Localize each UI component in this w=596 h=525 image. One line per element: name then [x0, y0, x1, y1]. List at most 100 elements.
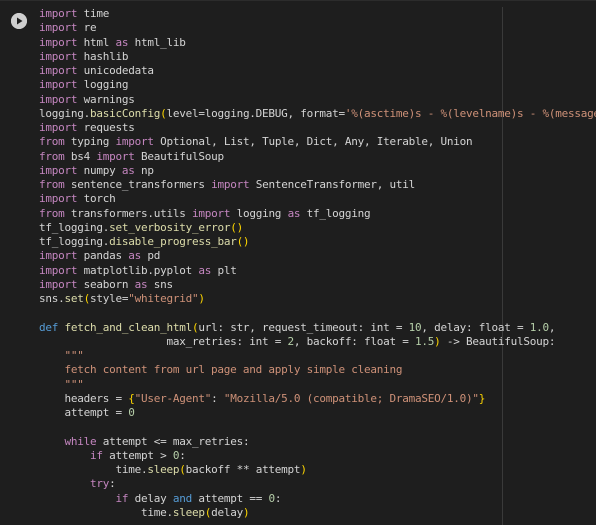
code-line: import hashlib [39, 50, 596, 64]
code-token: as [121, 163, 135, 177]
code-token: tf_logging [300, 206, 371, 220]
code-editor[interactable]: import time import re import html as html_… [39, 7, 596, 524]
code-line: import logging [39, 78, 596, 92]
code-token: as [198, 263, 212, 277]
code-token: from [39, 206, 65, 220]
run-cell-button[interactable] [11, 13, 27, 29]
code-token: attempt <= max_retries: [96, 434, 250, 448]
code-token: , [548, 320, 556, 334]
code-line: max_retries: int = 2, backoff: float = 1… [39, 335, 596, 349]
code-token: numpy [77, 163, 122, 177]
code-token: , backoff: float = [293, 334, 415, 348]
code-token: : [274, 491, 282, 505]
code-token: logging [77, 78, 129, 92]
code-line: time.sleep(delay) [39, 506, 596, 520]
code-token: import [39, 49, 78, 63]
code-token: pandas [77, 249, 129, 263]
code-line: """ [39, 349, 596, 363]
code-token: matplotlib.pyplot [77, 263, 199, 277]
code-token: style= [90, 292, 129, 305]
code-token: bs4 [64, 149, 97, 163]
code-token: 0 [128, 406, 135, 419]
code-token: logging. [39, 106, 90, 120]
code-token: SentenceTransformer, util [249, 178, 416, 191]
code-token: () [230, 220, 243, 234]
code-token: attempt > [102, 448, 173, 462]
code-token: fetch_and_clean_html [64, 320, 193, 334]
code-line: import seaborn as sns [39, 278, 596, 292]
code-token: transformers.utils [64, 206, 192, 220]
code-line: fetch content from url page and apply si… [39, 363, 596, 377]
code-token: sns. [39, 292, 65, 305]
code-token: import [39, 64, 78, 77]
code-token: from [39, 135, 65, 149]
code-token: import [39, 78, 78, 92]
code-token: -> BeautifulSoup: [440, 334, 556, 348]
code-token: import [191, 206, 231, 220]
code-token: def [39, 320, 59, 334]
code-token: '%(asctime)s - %(levelname)s - %(message… [344, 106, 596, 120]
code-line: import html as html_lib [39, 36, 596, 50]
code-token: import [115, 135, 154, 149]
code-line: import matplotlib.pyplot as plt [39, 264, 596, 278]
code-token: "Mozilla/5.0 (compatible; DramaSEO/1.0)" [223, 391, 479, 405]
code-token: url: str, request_timeout: int = [198, 320, 409, 334]
code-token: sentence_transformers [64, 178, 212, 191]
code-token: import [39, 249, 78, 263]
code-line: from bs4 import BeautifulSoup [39, 150, 596, 164]
code-token: 10 [408, 320, 422, 334]
code-token: import [96, 149, 135, 163]
code-line: import warnings [39, 93, 596, 107]
code-token: logging [230, 206, 288, 220]
code-token: tf_logging. [39, 220, 110, 234]
code-token: time [77, 7, 110, 20]
code-line: import re [39, 21, 596, 35]
code-line: try: [39, 477, 596, 491]
code-line: import requests [39, 121, 596, 135]
code-token: np [134, 163, 154, 177]
code-token: if [115, 491, 129, 505]
code-token: as [287, 206, 301, 220]
code-token: import [211, 178, 250, 191]
code-token: ) [198, 292, 205, 305]
code-token: import [39, 21, 78, 35]
code-line: import time [39, 7, 596, 21]
code-token: warnings [77, 92, 135, 106]
play-icon [11, 13, 27, 29]
code-line: while attempt <= max_retries: [39, 435, 596, 449]
code-token: : [211, 391, 224, 405]
code-line: def fetch_and_clean_html(url: str, reque… [39, 321, 596, 335]
code-token: requests [77, 121, 135, 134]
code-token: basicConfig [89, 106, 161, 120]
code-token: delay [211, 505, 243, 519]
code-cell[interactable]: import time import re import html as html_… [0, 0, 596, 525]
code-token: time. [39, 463, 148, 476]
code-token: tf_logging. [39, 235, 110, 248]
code-line: import pandas as pd [39, 249, 596, 263]
code-token: sleep [147, 463, 180, 476]
code-token: import [39, 263, 78, 277]
code-token: "User-Agent" [134, 391, 212, 405]
code-token: """ [39, 349, 84, 362]
code-token: , delay: float = [421, 320, 530, 334]
code-token: attempt = [39, 406, 129, 419]
code-token: typing [64, 135, 116, 149]
code-token: } [478, 391, 486, 405]
code-token: from [39, 178, 65, 191]
code-token: : [179, 448, 186, 462]
code-token: delay [128, 491, 173, 505]
code-token: time. [39, 505, 173, 519]
code-token: import [39, 277, 78, 291]
code-token: import [39, 121, 78, 134]
code-line: sns.set(style="whitegrid") [39, 292, 596, 306]
code-token: as [134, 277, 148, 291]
code-token: pd [140, 249, 161, 263]
code-line: from transformers.utils import logging a… [39, 207, 596, 221]
code-token: plt [211, 263, 237, 277]
code-token: html [77, 35, 116, 49]
code-token: import [39, 163, 78, 177]
code-token: "whitegrid" [128, 292, 199, 305]
